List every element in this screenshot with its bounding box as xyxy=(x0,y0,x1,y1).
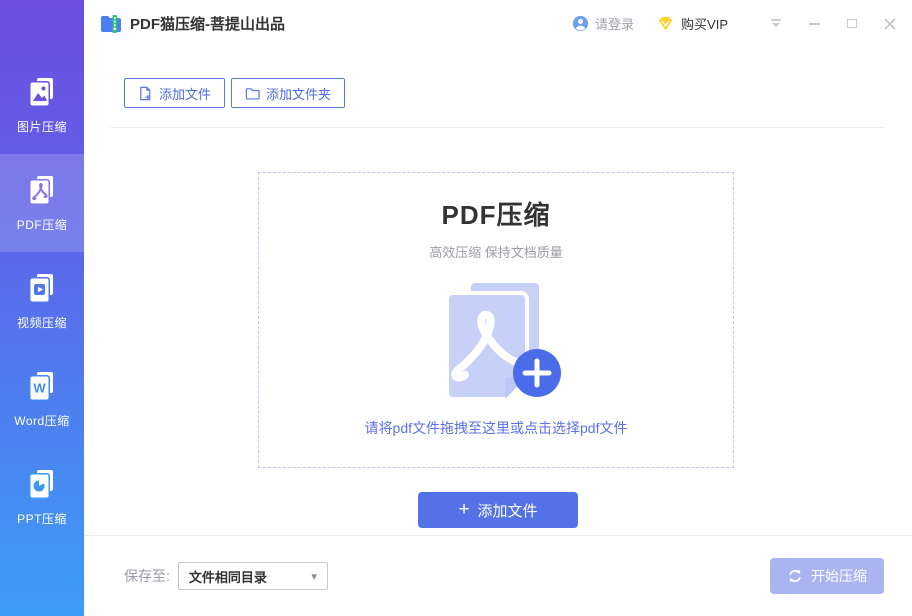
vip-gem-icon xyxy=(658,16,673,31)
sidebar-item-video-compress[interactable]: 视频压缩 xyxy=(0,252,84,350)
minimize-icon xyxy=(808,22,820,25)
login-button[interactable]: 请登录 xyxy=(572,14,634,33)
start-compress-button[interactable]: 开始压缩 xyxy=(770,558,884,594)
login-label: 请登录 xyxy=(595,17,635,32)
tray-arrow-icon xyxy=(771,19,781,28)
sidebar-item-ppt-compress[interactable]: PPT压缩 xyxy=(0,448,84,546)
file-plus-icon xyxy=(140,86,151,100)
toolbar-divider xyxy=(110,127,884,128)
plus-icon: + xyxy=(458,498,470,520)
window-controls xyxy=(768,16,898,32)
add-files-primary-button[interactable]: + 添加文件 xyxy=(418,492,578,528)
sidebar-item-pdf-compress[interactable]: PDF压缩 xyxy=(0,154,84,252)
vip-label: 购买VIP xyxy=(681,17,728,32)
save-location-select[interactable]: 文件相同目录 ▾ xyxy=(177,562,328,590)
user-avatar-icon xyxy=(572,15,589,32)
app-title: PDF猫压缩-菩提山出品 xyxy=(130,16,285,33)
dropzone-hint: 请将pdf文件拖拽至这里或点击选择pdf文件 xyxy=(364,420,628,436)
titlebar: PDF猫压缩-菩提山出品 请登录 购买VIP xyxy=(84,0,912,47)
add-folder-label: 添加文件夹 xyxy=(266,86,332,102)
maximize-button[interactable] xyxy=(844,16,860,32)
pdf-dropzone[interactable]: PDF压缩 高效压缩 保持文档质量 请将pdf文件拖拽至这里或点击选择pdf文件 xyxy=(258,172,734,468)
app-logo-icon xyxy=(101,14,121,33)
maximize-icon xyxy=(847,19,857,28)
dropdown-arrow-icon: ▾ xyxy=(311,570,317,583)
svg-text:W: W xyxy=(33,381,46,396)
add-file-button[interactable]: 添加文件 xyxy=(124,78,226,108)
main-content: 添加文件 添加文件夹 PDF压缩 高效压缩 保持文档质量 请将pdf文件拖拽至这… xyxy=(84,47,912,535)
close-button[interactable] xyxy=(882,16,898,32)
ppt-compress-icon xyxy=(29,470,53,499)
app-window: 图片压缩 PDF压缩 视频压缩 W Word压缩 PPT压缩 PDF猫压缩-菩提… xyxy=(0,0,912,616)
save-location-value: 文件相同目录 xyxy=(188,569,267,585)
minimize-button[interactable] xyxy=(806,16,822,32)
dropzone-subtitle: 高效压缩 保持文档质量 xyxy=(429,245,563,260)
folder-icon xyxy=(245,87,260,100)
word-compress-icon: W xyxy=(29,372,53,401)
sidebar-item-label: 视频压缩 xyxy=(16,316,67,330)
add-files-label: 添加文件 xyxy=(477,502,538,520)
footer-bar: 保存至: 文件相同目录 ▾ 开始压缩 xyxy=(84,535,912,616)
pdf-document-plus-icon xyxy=(445,279,561,401)
pdf-compress-icon xyxy=(29,176,53,205)
start-compress-label: 开始压缩 xyxy=(811,568,867,584)
close-icon xyxy=(884,18,896,29)
image-compress-icon xyxy=(29,78,53,107)
buy-vip-button[interactable]: 购买VIP xyxy=(656,14,728,33)
add-file-label: 添加文件 xyxy=(159,86,212,102)
sidebar-item-label: Word压缩 xyxy=(14,414,70,428)
save-to-label: 保存至: xyxy=(124,568,170,584)
video-compress-icon xyxy=(29,274,53,303)
minimize-to-tray-button[interactable] xyxy=(768,16,784,32)
sidebar: 图片压缩 PDF压缩 视频压缩 W Word压缩 PPT压缩 xyxy=(0,0,84,616)
toolbar: 添加文件 添加文件夹 xyxy=(124,78,346,108)
sidebar-item-label: 图片压缩 xyxy=(16,120,67,134)
refresh-icon xyxy=(789,569,801,583)
sidebar-item-word-compress[interactable]: W Word压缩 xyxy=(0,350,84,448)
add-folder-button[interactable]: 添加文件夹 xyxy=(231,78,346,108)
sidebar-item-image-compress[interactable]: 图片压缩 xyxy=(0,56,84,154)
sidebar-item-label: PDF压缩 xyxy=(16,218,68,232)
dropzone-title: PDF压缩 xyxy=(441,200,551,230)
sidebar-item-label: PPT压缩 xyxy=(17,512,67,526)
